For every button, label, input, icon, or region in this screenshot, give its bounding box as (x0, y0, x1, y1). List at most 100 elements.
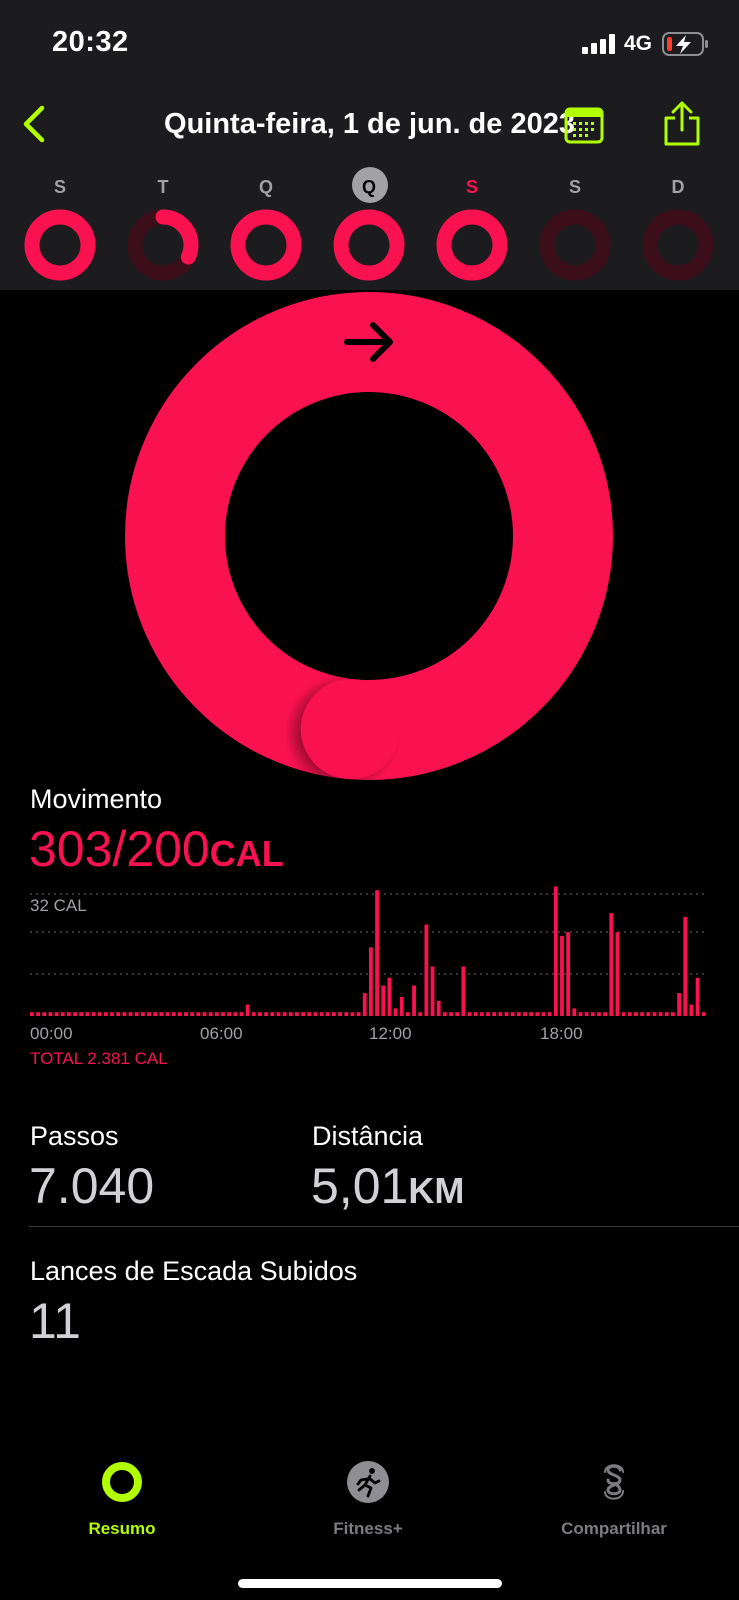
chart-bar (282, 1012, 287, 1016)
chart-bar (523, 1012, 527, 1016)
distance-unit: KM (408, 1170, 465, 1211)
week-day-label[interactable]: Q (246, 172, 286, 202)
chart-bar (140, 1012, 145, 1016)
chart-bar (332, 1012, 336, 1016)
chart-bar (239, 1012, 244, 1016)
week-day-label[interactable]: S (40, 172, 80, 202)
chart-bar (208, 1012, 213, 1016)
chart-bar (147, 1012, 151, 1016)
chart-bar (159, 1012, 164, 1016)
tick-label: 12:00 (369, 1024, 412, 1043)
activity-ring-icon (102, 1462, 142, 1502)
chart-bar (48, 1012, 53, 1016)
chart-bar (36, 1012, 40, 1016)
week-day-label[interactable]: Q (349, 172, 389, 202)
week-day-label[interactable]: S (452, 172, 492, 202)
chart-bar (153, 1012, 158, 1016)
chart-bar (504, 1012, 509, 1016)
chart-bar (177, 1012, 182, 1016)
chart-max-label: 32 CAL (30, 896, 87, 915)
chart-bar (85, 1012, 90, 1016)
chart-bar (313, 1012, 318, 1016)
battery-charging-icon (662, 32, 708, 56)
share-icon[interactable] (662, 100, 702, 148)
day-ring-track (539, 209, 611, 281)
week-rings (24, 209, 714, 281)
distance-value: 5,01KM (311, 1157, 464, 1215)
chart-bar (455, 1012, 460, 1016)
chart-bar (627, 1012, 632, 1016)
chart-bar (264, 1012, 269, 1016)
week-day-label[interactable]: D (658, 172, 698, 202)
day-ring[interactable] (230, 209, 302, 281)
cellular-signal-icon (582, 34, 615, 54)
move-value-number: 303/200 (29, 821, 210, 877)
chart-bar (442, 1012, 447, 1016)
chart-bar (375, 890, 379, 1016)
home-indicator[interactable] (238, 1579, 502, 1588)
chart-bar (701, 1012, 706, 1016)
chart-bar (695, 977, 700, 1017)
chart-bar (609, 913, 614, 1016)
chart-bar (295, 1012, 299, 1016)
chart-bar (227, 1012, 232, 1016)
calendar-icon[interactable] (564, 106, 604, 146)
chart-bar (652, 1012, 657, 1016)
sharing-icon (604, 1464, 624, 1500)
distance-number: 5,01 (311, 1158, 409, 1214)
chart-bar (492, 1012, 497, 1016)
chart-bar (325, 1012, 330, 1016)
network-type: 4G (624, 32, 653, 55)
chart-bar (473, 1012, 478, 1016)
chart-bar (584, 1012, 589, 1016)
chart-bar (270, 1012, 275, 1016)
chart-bar (677, 993, 681, 1017)
chart-bar (621, 1012, 626, 1016)
chart-bar (658, 1012, 663, 1016)
floors-title: Lances de Escada Subidos (30, 1256, 358, 1286)
chart-bar (202, 1012, 207, 1016)
tab-label: Resumo (88, 1519, 156, 1538)
chart-bar (393, 1008, 398, 1017)
move-ring (125, 292, 613, 790)
chart-bar (553, 886, 558, 1017)
chart-bar (42, 1012, 47, 1016)
week-day-label[interactable]: T (143, 172, 183, 202)
chart-bar (541, 1012, 546, 1016)
chart-bar (171, 1012, 176, 1016)
day-ring-track (642, 209, 714, 281)
chart-bar (221, 1012, 225, 1016)
steps-value: 7.040 (29, 1158, 155, 1214)
chart-bar (103, 1012, 108, 1016)
steps-title: Passos (30, 1121, 119, 1151)
ring-end-cap (300, 679, 401, 780)
tab-fitness-plus[interactable]: Fitness+ (268, 1460, 468, 1539)
chart-bar (547, 1012, 552, 1016)
week-day-label[interactable]: S (555, 172, 595, 202)
tab-resumo[interactable]: Resumo (22, 1460, 222, 1539)
chart-bar (430, 966, 435, 1016)
running-figure-icon (347, 1461, 389, 1503)
chart-bar (467, 1012, 472, 1016)
move-chart (30, 886, 708, 1017)
tab-compartilhar[interactable]: Compartilhar (514, 1460, 714, 1539)
chart-bar (405, 1012, 410, 1016)
chart-bar (634, 1012, 638, 1016)
chart-bar (387, 977, 392, 1017)
day-ring[interactable] (24, 209, 96, 281)
chart-bar (66, 1012, 71, 1016)
chart-bar (110, 1012, 114, 1016)
chart-bar (486, 1012, 490, 1016)
chart-bar (461, 966, 466, 1016)
chart-bar (214, 1012, 219, 1016)
chart-bar (276, 1012, 281, 1016)
chart-bar (245, 1004, 250, 1016)
tab-label: Compartilhar (561, 1519, 667, 1538)
chart-bar (369, 947, 373, 1017)
chart-bar (418, 1012, 423, 1016)
day-ring[interactable] (436, 209, 508, 281)
chart-bar (449, 1012, 453, 1016)
day-ring[interactable] (333, 209, 405, 281)
tick-label: 06:00 (200, 1024, 243, 1043)
chart-bar (350, 1012, 355, 1016)
